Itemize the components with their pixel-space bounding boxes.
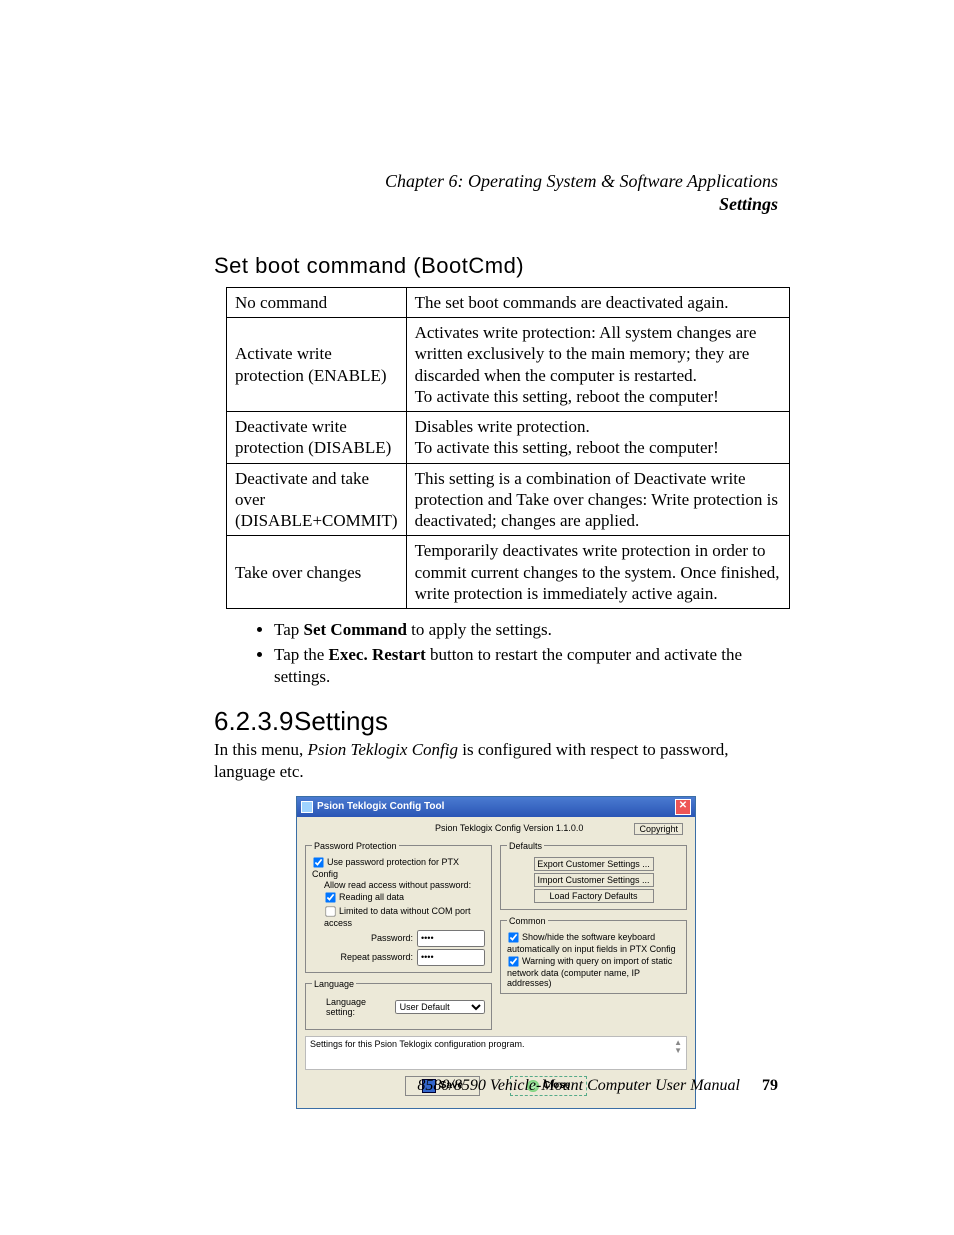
text: Tap the (274, 645, 329, 664)
group-legend: Language (312, 979, 356, 989)
group-legend: Common (507, 916, 548, 926)
cmd-desc: This setting is a combination of Deactiv… (406, 463, 789, 536)
cmd-key: Deactivate write protection (DISABLE) (227, 412, 407, 464)
table-row: No command The set boot commands are dea… (227, 287, 790, 317)
table-row: Activate write protection (ENABLE) Activ… (227, 318, 790, 412)
cmd-desc: Activates write protection: All system c… (406, 318, 789, 412)
table-row: Deactivate and take over (DISABLE+COMMIT… (227, 463, 790, 536)
cmd-key: No command (227, 287, 407, 317)
cmd-key: Deactivate and take over (DISABLE+COMMIT… (227, 463, 407, 536)
cmd-key: Take over changes (227, 536, 407, 609)
bullet-list: Tap Set Command to apply the settings. T… (254, 619, 778, 688)
group-legend: Defaults (507, 841, 544, 851)
bullet-item: Tap the Exec. Restart button to restart … (274, 644, 778, 688)
titlebar: Psion Teklogix Config Tool ✕ (297, 797, 695, 817)
page-footer: 8580/8590 Vehicle-Mount Computer User Ma… (214, 1077, 778, 1095)
subsection-heading: Set boot command (BootCmd) (214, 253, 778, 279)
close-icon[interactable]: ✕ (675, 799, 691, 815)
section-heading: 6.2.3.9Settings (214, 706, 778, 737)
bold-term: Set Command (304, 620, 407, 639)
version-label: Psion Teklogix Config Version 1.1.0.0 (435, 823, 583, 835)
bootcmd-table: No command The set boot commands are dea… (226, 287, 790, 609)
text: Tap (274, 620, 304, 639)
checkbox-label: Reading all data (339, 891, 404, 901)
bold-term: Exec. Restart (329, 645, 426, 664)
language-group: Language Language setting: User Default (305, 979, 492, 1030)
password-input[interactable] (417, 930, 485, 947)
group-legend: Password Protection (312, 841, 399, 851)
checkbox-label: Show/hide the software keyboard automati… (507, 931, 676, 953)
checkbox-label: Warning with query on import of static n… (507, 955, 672, 987)
checkbox-label: Use password protection for PTX Config (312, 856, 459, 878)
bullet-item: Tap Set Command to apply the settings. (274, 619, 778, 641)
defaults-group: Defaults Export Customer Settings ... Im… (500, 841, 687, 910)
cmd-desc: The set boot commands are deactivated ag… (406, 287, 789, 317)
checkbox-label: Limited to data without COM port access (324, 905, 471, 927)
password-protection-group: Password Protection Use password protect… (305, 841, 492, 973)
chapter-line: Chapter 6: Operating System & Software A… (214, 170, 778, 193)
limited-checkbox[interactable]: Limited to data without COM port access (324, 905, 485, 928)
load-factory-button[interactable]: Load Factory Defaults (534, 889, 654, 903)
page-number: 79 (762, 1077, 778, 1094)
app-icon (301, 801, 313, 813)
software-keyboard-checkbox[interactable]: Show/hide the software keyboard automati… (507, 931, 680, 954)
page: Chapter 6: Operating System & Software A… (0, 0, 954, 1235)
text: In this menu, (214, 740, 308, 759)
repeat-password-input[interactable] (417, 949, 485, 966)
cmd-desc: Temporarily deactivates write protection… (406, 536, 789, 609)
allow-label: Allow read access without password: (324, 880, 485, 890)
italic-term: Psion Teklogix Config (308, 740, 459, 759)
table-row: Deactivate write protection (DISABLE) Di… (227, 412, 790, 464)
scroll-arrows[interactable]: ▲▼ (674, 1039, 682, 1055)
export-settings-button[interactable]: Export Customer Settings ... (534, 857, 654, 871)
warning-import-checkbox[interactable]: Warning with query on import of static n… (507, 955, 680, 988)
language-label: Language setting: (326, 997, 391, 1017)
cmd-desc: Disables write protection. To activate t… (406, 412, 789, 464)
use-password-checkbox[interactable]: Use password protection for PTX Config (312, 856, 485, 879)
copyright-button[interactable]: Copyright (634, 823, 683, 835)
table-row: Take over changes Temporarily deactivate… (227, 536, 790, 609)
reading-all-checkbox[interactable]: Reading all data (324, 891, 485, 904)
language-select[interactable]: User Default (395, 1000, 485, 1014)
repeat-password-label: Repeat password: (340, 952, 413, 962)
description-box: Settings for this Psion Teklogix configu… (305, 1036, 687, 1070)
password-label: Password: (371, 933, 413, 943)
body-paragraph: In this menu, Psion Teklogix Config is c… (214, 739, 778, 783)
config-tool-window: Psion Teklogix Config Tool ✕ Psion Teklo… (296, 796, 696, 1109)
window-title: Psion Teklogix Config Tool (317, 801, 444, 812)
section-number: 6.2.3.9 (214, 706, 294, 737)
section-line: Settings (214, 193, 778, 216)
text: to apply the settings. (407, 620, 552, 639)
description-text: Settings for this Psion Teklogix configu… (310, 1039, 524, 1049)
manual-title: 8580/8590 Vehicle-Mount Computer User Ma… (417, 1077, 740, 1094)
running-header: Chapter 6: Operating System & Software A… (214, 170, 778, 217)
cmd-key: Activate write protection (ENABLE) (227, 318, 407, 412)
common-group: Common Show/hide the software keyboard a… (500, 916, 687, 994)
import-settings-button[interactable]: Import Customer Settings ... (534, 873, 654, 887)
screenshot-dialog: Psion Teklogix Config Tool ✕ Psion Teklo… (296, 796, 696, 1109)
section-title: Settings (294, 706, 388, 736)
